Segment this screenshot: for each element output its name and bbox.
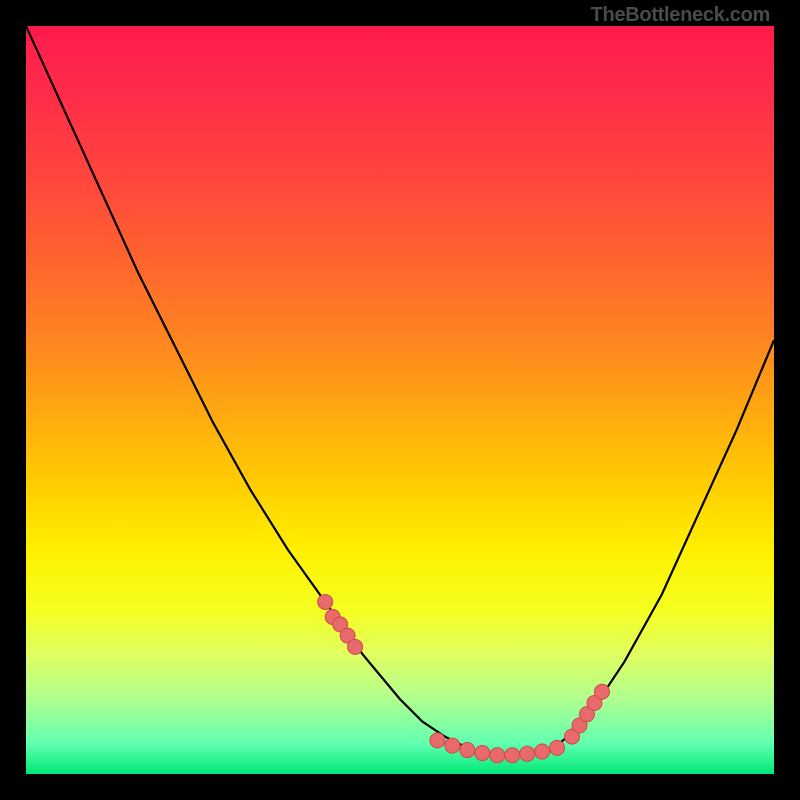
highlight-point <box>348 639 363 654</box>
highlight-point <box>594 684 609 699</box>
outer-frame: TheBottleneck.com <box>0 0 800 800</box>
highlight-point <box>445 738 460 753</box>
highlight-point <box>520 746 535 761</box>
watermark-text: TheBottleneck.com <box>591 4 770 27</box>
highlight-point <box>460 743 475 758</box>
highlight-point <box>318 594 333 609</box>
plot-area <box>26 26 774 774</box>
highlight-point <box>475 746 490 761</box>
highlight-point <box>490 748 505 763</box>
highlight-point <box>430 733 445 748</box>
chart-svg <box>26 26 774 774</box>
highlight-points-group <box>318 594 610 762</box>
highlight-point <box>505 748 520 763</box>
curve-line <box>26 26 774 755</box>
highlight-point <box>550 740 565 755</box>
highlight-point <box>535 744 550 759</box>
